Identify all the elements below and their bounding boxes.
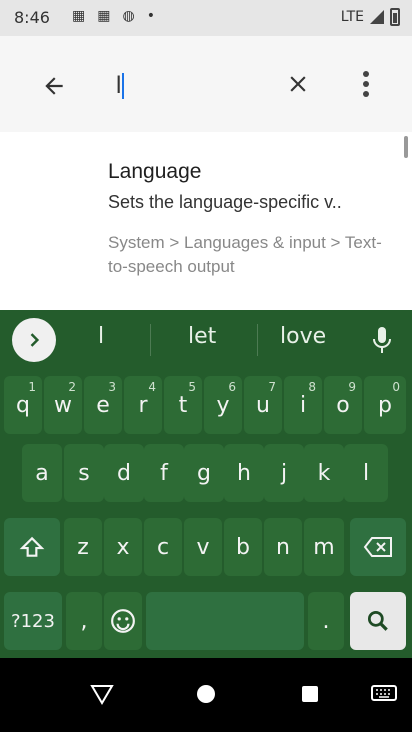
suggestion-3[interactable]: love [280,324,326,349]
key-t[interactable]: t5 [164,376,202,434]
nav-back-button[interactable] [80,674,124,714]
microphone-icon [373,327,391,353]
status-bar: 8:46 ▦ ▦ ◍ • LTE [0,0,412,36]
keyboard-icon [371,685,397,701]
key-b[interactable]: b [224,518,262,576]
key-q[interactable]: q1 [4,376,42,434]
back-button[interactable] [30,62,78,110]
key-n[interactable]: n [264,518,302,576]
search-input[interactable]: l [116,62,266,110]
key-i[interactable]: i8 [284,376,322,434]
key-r[interactable]: r4 [124,376,162,434]
suggestion-divider [150,324,151,356]
search-query: l [116,72,122,99]
search-icon [367,610,388,631]
dot-icon: • [146,8,155,24]
emoji-icon [111,609,135,633]
key-v[interactable]: v [184,518,222,576]
key-c[interactable]: c [144,518,182,576]
nav-home-button[interactable] [184,674,228,714]
result-item-language[interactable]: Language Sets the language-specific v.. … [108,160,398,279]
voice-input-button[interactable] [364,322,400,358]
result-summary: Sets the language-specific v.. [108,192,342,212]
search-key[interactable] [350,592,406,650]
key-d[interactable]: d [104,444,144,502]
nav-recents-button[interactable] [288,674,332,714]
expand-suggestions-button[interactable] [12,318,56,362]
key-comma[interactable]: , [66,592,102,650]
navigation-bar [0,658,412,732]
backspace-key[interactable] [350,518,406,576]
symbols-key[interactable]: ?123 [4,592,62,650]
chevron-right-icon [30,333,40,347]
recents-square-icon [302,686,318,702]
result-title: Language [108,160,202,183]
backspace-icon [363,537,392,557]
key-g[interactable]: g [184,444,224,502]
key-w[interactable]: w2 [44,376,82,434]
wifi-icon: ◍ [122,8,135,24]
key-x[interactable]: x [104,518,142,576]
key-h[interactable]: h [224,444,264,502]
text-caret [122,73,125,99]
key-u[interactable]: u7 [244,376,282,434]
more-vertical-icon [363,71,369,97]
key-l[interactable]: l [344,444,388,502]
key-o[interactable]: o9 [324,376,362,434]
key-k[interactable]: k [304,444,344,502]
key-s[interactable]: s [64,444,104,502]
key-z[interactable]: z [64,518,102,576]
status-time: 8:46 [14,8,50,27]
key-a[interactable]: a [22,444,62,502]
status-notification-icons: ▦ ▦ ◍ • [72,8,155,24]
calendar-icon: ▦ [97,8,111,24]
triangle-back-icon [90,685,114,705]
shift-key[interactable] [4,518,60,576]
shift-icon [19,536,45,557]
space-key[interactable] [146,592,304,650]
key-f[interactable]: f [144,444,184,502]
search-app-bar: l [0,36,412,132]
suggestion-2[interactable]: let [188,324,216,349]
key-j[interactable]: j [264,444,304,502]
key-period[interactable]: . [308,592,344,650]
result-path: System > Languages & input > Text-to-spe… [108,233,382,276]
suggestion-strip: l let love [0,310,412,370]
calendar-icon: ▦ [72,8,86,24]
key-m[interactable]: m [304,518,344,576]
close-icon [290,76,306,92]
status-system-icons: LTE [341,8,400,26]
key-e[interactable]: e3 [84,376,122,434]
home-circle-icon [197,685,215,703]
scrollbar[interactable] [404,136,408,158]
key-p[interactable]: p0 [364,376,406,434]
suggestion-1[interactable]: l [98,324,104,349]
arrow-left-icon [45,77,63,95]
search-results: Language Sets the language-specific v.. … [0,132,412,310]
suggestion-divider [257,324,258,356]
more-options-button[interactable] [346,62,386,106]
network-label: LTE [340,9,364,25]
keyboard-switch-button[interactable] [362,674,406,714]
signal-icon [370,10,384,24]
battery-icon [390,8,400,26]
key-y[interactable]: y6 [204,376,242,434]
clear-button[interactable] [276,62,320,106]
soft-keyboard: l let love q1 w2 e3 r4 t5 y6 u7 i8 o9 p0… [0,310,412,658]
emoji-key[interactable] [104,592,142,650]
